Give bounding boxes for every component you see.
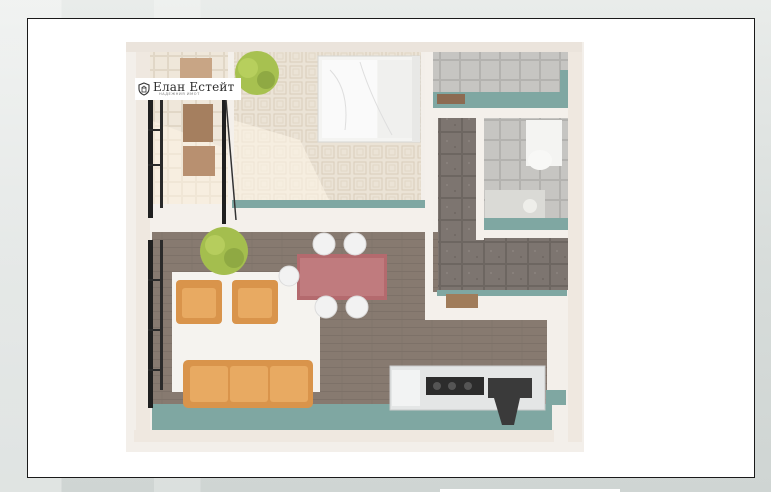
balcony-table xyxy=(183,104,213,142)
hallway-floor xyxy=(438,118,478,290)
storage-mat xyxy=(437,94,465,104)
brand-tagline: НАДЕЖНИЯ ИМОТ xyxy=(159,92,200,97)
balcony-chair xyxy=(180,58,212,80)
toilet xyxy=(528,150,552,170)
storage-floor xyxy=(433,52,568,92)
shield-logo-icon xyxy=(138,82,150,96)
sink xyxy=(488,378,532,398)
balcony-chair xyxy=(183,146,215,176)
floorplan-render xyxy=(126,42,584,452)
door-mat xyxy=(446,294,478,308)
brand-logo: Елан Естейт НАДЕЖНИЯ ИМОТ xyxy=(135,78,241,100)
